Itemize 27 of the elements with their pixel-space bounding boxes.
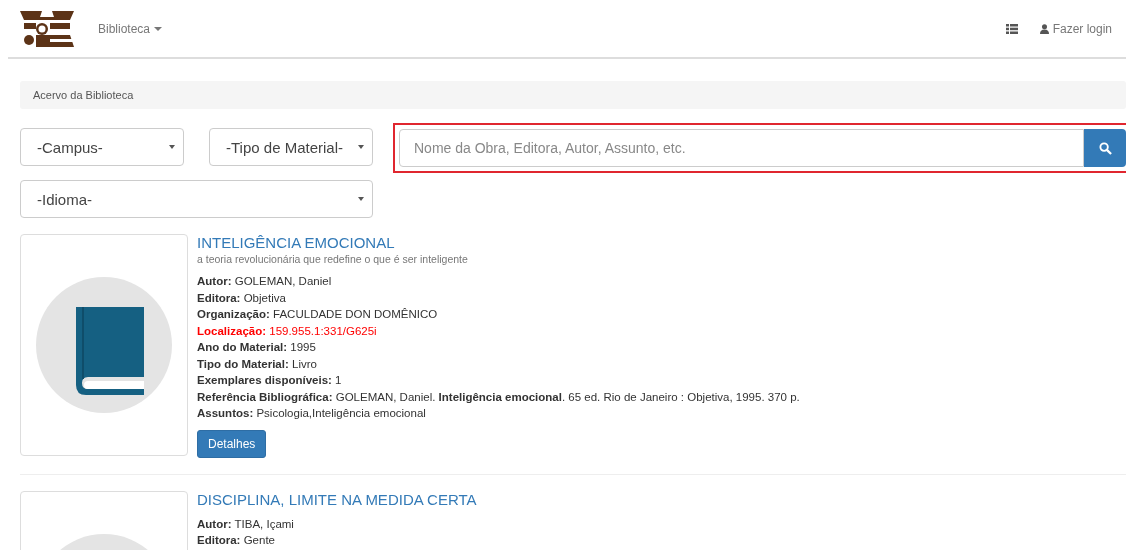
book-field: Referência Bibliográfica: GOLEMAN, Daniel. Inteligência emocional. 65 ed. Rio de Janeiro : Objetiva, 1995. 370 p. — [197, 388, 800, 405]
search-field[interactable]: Nome da Obra, Editora, Autor, Assunto, etc. — [399, 129, 1084, 167]
book-title-link[interactable]: DISCIPLINA, LIMITE NA MEDIDA CERTA — [197, 490, 477, 508]
book-field: Assuntos: Psicologia,Inteligência emocional — [197, 405, 800, 422]
book-subtitle: a teoria revolucionária que redefine o que é ser inteligente — [197, 253, 469, 265]
book-field: Editora: Objetiva — [197, 289, 800, 306]
filter-select[interactable]: -Tipo de Material- — [209, 128, 373, 166]
search-icon — [1098, 141, 1112, 155]
book-field: Organização: FACULDADE DON DOMÊNICO — [197, 306, 800, 323]
book-field: Autor: TIBA, Içami — [197, 515, 477, 532]
login-link[interactable]: Fazer login — [1039, 21, 1112, 36]
breadcrumb: Acervo da Biblioteca — [20, 81, 1126, 109]
book-field: Ano do Material: 1995 — [197, 339, 800, 356]
language-select[interactable]: -Idioma- — [20, 180, 373, 218]
library-menu[interactable]: Biblioteca — [98, 21, 163, 36]
search-button[interactable] — [1084, 129, 1126, 167]
book-field: Editora: Gente — [197, 532, 477, 549]
user-icon — [1039, 23, 1049, 34]
book-field: Tipo do Material: Livro — [197, 355, 800, 372]
book-title-link[interactable]: INTELIGÊNCIA EMOCIONAL — [197, 234, 800, 251]
details-button[interactable]: Detalhes — [197, 429, 267, 458]
logo-icon — [20, 10, 74, 47]
book-field: Localização: 159.955.1:331/G625i — [197, 322, 800, 339]
list-icon[interactable] — [1005, 23, 1018, 34]
filter-select[interactable]: -Campus- — [20, 128, 184, 166]
book-field: Autor: GOLEMAN, Daniel — [197, 273, 800, 290]
book-field: Exemplares disponíveis: 1 — [197, 372, 800, 389]
